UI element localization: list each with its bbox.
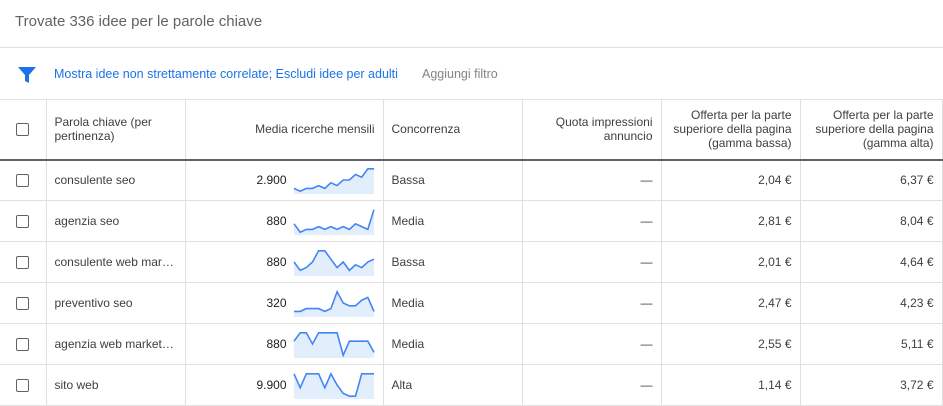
volume-cell: 880 xyxy=(185,323,384,365)
bid-high-cell: 3,72 € xyxy=(800,364,943,406)
bid-low-cell: 2,55 € xyxy=(661,323,801,365)
bid-high-cell: 4,64 € xyxy=(800,241,943,283)
volume-cell: 9.900 xyxy=(185,364,384,406)
row-checkbox[interactable] xyxy=(16,338,30,352)
table-row[interactable]: consulente web marketing 880 Bassa —2,01 €4… xyxy=(0,241,943,283)
bid-high-cell: 5,11 € xyxy=(800,323,943,365)
sparkline-area xyxy=(293,291,374,317)
impression-share-cell: — xyxy=(522,159,662,201)
column-header-keyword[interactable]: Parola chiave (per pertinenza) xyxy=(46,99,186,161)
bid-low-cell: 2,01 € xyxy=(661,241,801,283)
competition-cell: Media xyxy=(383,323,523,365)
sparkline-area xyxy=(293,209,374,235)
volume-value: 880 xyxy=(266,337,287,351)
row-checkbox[interactable] xyxy=(16,256,30,270)
volume-cell: 880 xyxy=(185,241,384,283)
sparkline-area xyxy=(293,169,374,195)
volume-cell: 320 xyxy=(185,282,384,324)
competition-cell: Alta xyxy=(383,364,523,406)
filter-icon[interactable] xyxy=(17,66,37,84)
trend-sparkline[interactable] xyxy=(292,247,375,277)
add-filter-button[interactable]: Aggiungi filtro xyxy=(422,67,498,81)
results-header: Trovate 336 idee per le parole chiave xyxy=(0,0,943,48)
impression-share-cell: — xyxy=(522,364,662,406)
row-select-cell xyxy=(0,282,47,324)
row-checkbox[interactable] xyxy=(16,379,30,393)
column-header-impression-share[interactable]: Quota impressioni annuncio xyxy=(522,99,662,161)
competition-cell: Bassa xyxy=(383,159,523,201)
competition-cell: Media xyxy=(383,282,523,324)
bid-high-cell: 4,23 € xyxy=(800,282,943,324)
keyword-cell[interactable]: consulente web marketing xyxy=(46,241,186,283)
keyword-cell[interactable]: agenzia seo xyxy=(46,200,186,242)
column-header-bid-high[interactable]: Offerta per la parte superiore della pag… xyxy=(800,99,943,161)
volume-value: 2.900 xyxy=(256,173,287,188)
filter-applied-links[interactable]: Mostra idee non strettamente correlate; … xyxy=(54,67,398,81)
table-body: consulente seo 2.900 Bassa —2,04 €6,37 € age… xyxy=(0,159,943,406)
row-select-cell xyxy=(0,241,47,283)
select-all-checkbox[interactable] xyxy=(16,123,30,137)
row-select-cell xyxy=(0,323,47,365)
trend-sparkline[interactable] xyxy=(292,370,375,400)
table-row[interactable]: agenzia web marketing 880 Media —2,55 €5,11… xyxy=(0,323,943,365)
impression-share-cell: — xyxy=(522,241,662,283)
competition-cell: Media xyxy=(383,200,523,242)
row-select-cell xyxy=(0,159,47,201)
row-select-cell xyxy=(0,364,47,406)
volume-value: 880 xyxy=(266,214,287,228)
bid-high-cell: 6,37 € xyxy=(800,159,943,201)
volume-value: 880 xyxy=(266,255,287,269)
keyword-ideas-table: Parola chiave (per pertinenza) Media ric… xyxy=(0,99,943,406)
table-row[interactable]: agenzia seo 880 Media —2,81 €8,04 € xyxy=(0,200,943,242)
row-checkbox[interactable] xyxy=(16,297,30,311)
impression-share-cell: — xyxy=(522,200,662,242)
column-header-bid-low[interactable]: Offerta per la parte superiore della pag… xyxy=(661,99,801,161)
results-count-title: Trovate 336 idee per le parole chiave xyxy=(15,13,263,30)
competition-cell: Bassa xyxy=(383,241,523,283)
volume-value: 9.900 xyxy=(256,378,287,392)
row-checkbox[interactable] xyxy=(16,174,30,188)
impression-share-cell: — xyxy=(522,323,662,365)
impression-share-cell: — xyxy=(522,282,662,324)
volume-cell: 880 xyxy=(185,200,384,242)
select-all-cell xyxy=(0,99,47,161)
keyword-cell[interactable]: consulente seo xyxy=(46,159,186,201)
trend-sparkline[interactable] xyxy=(293,165,375,195)
volume-value: 320 xyxy=(266,296,287,310)
trend-sparkline[interactable] xyxy=(292,206,375,236)
column-header-volume[interactable]: Media ricerche mensili xyxy=(185,99,384,161)
bid-low-cell: 2,47 € xyxy=(661,282,801,324)
bid-high-cell: 8,04 € xyxy=(800,200,943,242)
trend-sparkline[interactable] xyxy=(292,329,375,359)
sparkline-area xyxy=(293,373,374,399)
table-row[interactable]: sito web 9.900 Alta —1,14 €3,72 € xyxy=(0,364,943,406)
bid-low-cell: 2,81 € xyxy=(661,200,801,242)
column-header-competition[interactable]: Concorrenza xyxy=(383,99,523,161)
trend-sparkline[interactable] xyxy=(293,288,375,318)
table-header-row: Parola chiave (per pertinenza) Media ric… xyxy=(0,99,943,161)
keyword-cell[interactable]: preventivo seo xyxy=(46,282,186,324)
volume-cell: 2.900 xyxy=(185,159,384,201)
bid-low-cell: 1,14 € xyxy=(661,364,801,406)
table-row[interactable]: preventivo seo 320 Media —2,47 €4,23 € xyxy=(0,282,943,324)
row-select-cell xyxy=(0,200,47,242)
row-checkbox[interactable] xyxy=(16,215,30,229)
keyword-cell[interactable]: sito web xyxy=(46,364,186,406)
bid-low-cell: 2,04 € xyxy=(661,159,801,201)
keyword-cell[interactable]: agenzia web marketing xyxy=(46,323,186,365)
sparkline-area xyxy=(293,332,374,358)
filter-bar: Mostra idee non strettamente correlate; … xyxy=(0,48,943,99)
table-row[interactable]: consulente seo 2.900 Bassa —2,04 €6,37 € xyxy=(0,159,943,201)
